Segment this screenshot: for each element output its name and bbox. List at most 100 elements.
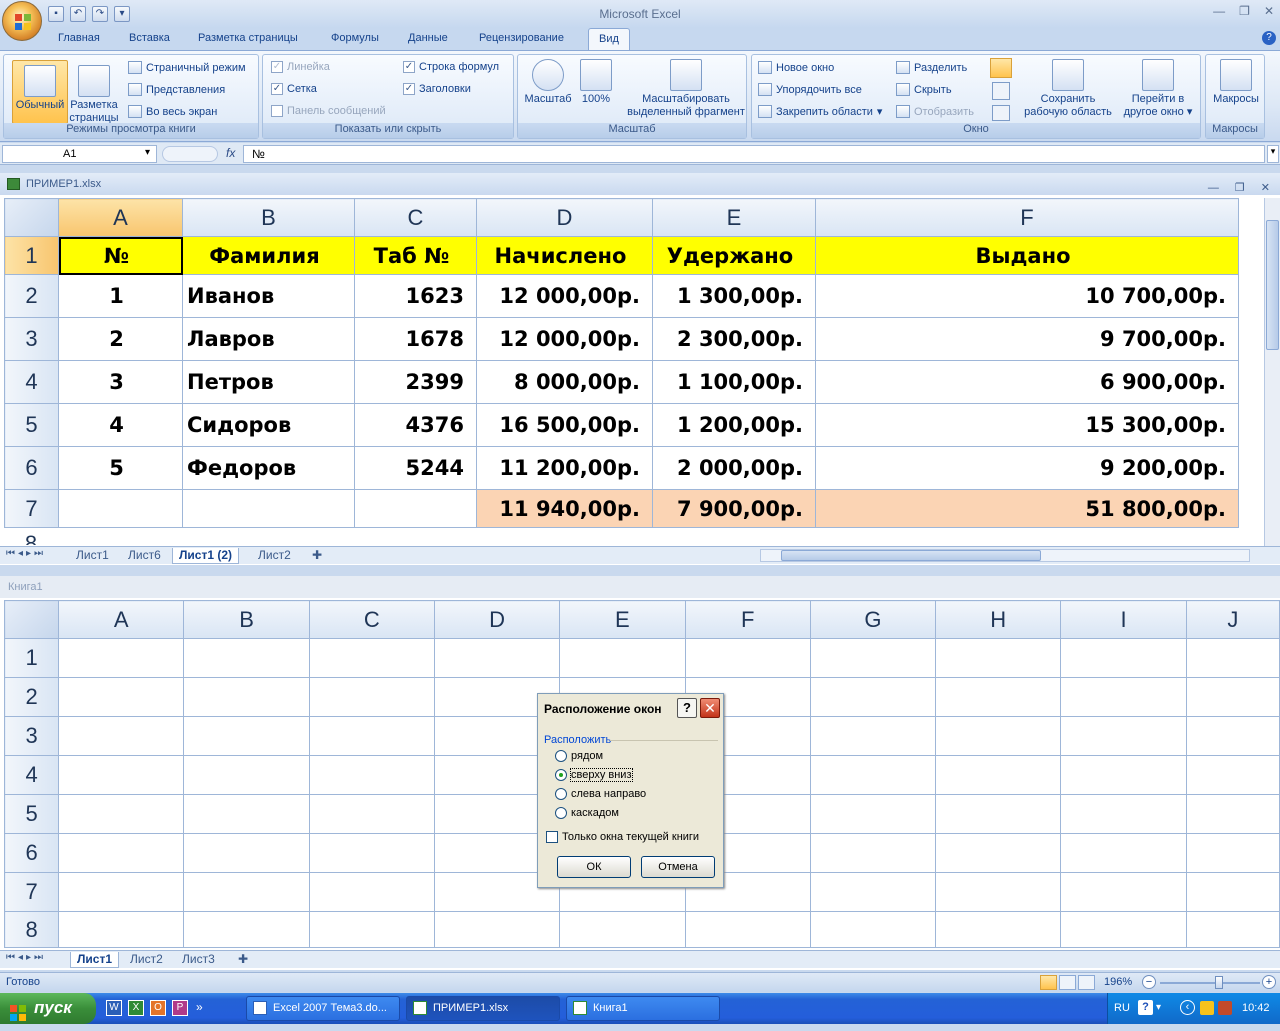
save-workspace-button[interactable]: Сохранить рабочую область	[1020, 59, 1116, 119]
cell[interactable]: 16 500,00р.	[476, 403, 653, 447]
row-header[interactable]: 5	[3, 794, 60, 834]
name-box[interactable]: A1	[2, 145, 157, 163]
undo-icon[interactable]: ↶	[70, 6, 86, 22]
formula-bar-checkbox[interactable]: ✓ Строка формул	[403, 61, 499, 73]
hide-button[interactable]: Скрыть	[896, 83, 952, 96]
cell[interactable]: 4376	[354, 403, 477, 447]
cell[interactable]: 3	[58, 360, 183, 404]
sheet-tab[interactable]: Лист1	[70, 548, 115, 564]
normal-view[interactable]: Обычный	[10, 65, 70, 112]
column-header[interactable]: B	[182, 198, 355, 237]
zoom-out-icon[interactable]: −	[1142, 975, 1156, 989]
zoom-100-button[interactable]: 100%	[576, 59, 616, 106]
ruler-checkbox[interactable]: ✓ Линейка	[271, 61, 330, 73]
scroll-thumb[interactable]	[1266, 220, 1279, 350]
help-icon[interactable]: ?	[1262, 31, 1276, 45]
page-break-button[interactable]: Страничный режим	[128, 61, 246, 74]
cell[interactable]: 5	[58, 446, 183, 490]
row-header[interactable]: 8	[3, 911, 60, 948]
cell[interactable]: 2399	[354, 360, 477, 404]
save-icon[interactable]: ▪	[48, 6, 64, 22]
sheet-nav-arrows-icon[interactable]: ⏮◂▸⏭	[6, 548, 46, 559]
row-header[interactable]: 1	[4, 236, 59, 275]
zoom-slider-handle[interactable]	[1215, 976, 1223, 989]
tab-formulas[interactable]: Формулы	[331, 32, 379, 44]
taskbar-button[interactable]: Книга1	[566, 996, 720, 1021]
fx-icon[interactable]: fx	[226, 146, 235, 160]
custom-views-button[interactable]: Представления	[128, 83, 225, 96]
powerpoint-icon[interactable]: P	[172, 1000, 188, 1016]
office-button[interactable]	[2, 1, 42, 41]
cell[interactable]: Федоров	[182, 446, 355, 490]
taskbar-button[interactable]: Excel 2007 Тема3.do...	[246, 996, 400, 1021]
row-header[interactable]: 2	[4, 274, 59, 318]
cell-total[interactable]: 7 900,00р.	[652, 489, 816, 528]
formula-input[interactable]: №	[243, 145, 1265, 163]
sheet-tab-active[interactable]: Лист1 (2)	[172, 548, 240, 564]
message-bar-checkbox[interactable]: Панель сообщений	[271, 105, 386, 117]
column-header[interactable]: B	[183, 600, 310, 639]
freeze-panes-button[interactable]: Закрепить области ▾	[758, 105, 882, 118]
formula-divider-handle[interactable]	[162, 146, 218, 162]
ok-button[interactable]: ОК	[557, 856, 631, 878]
cell[interactable]	[182, 489, 355, 528]
column-header[interactable]: H	[935, 600, 1062, 639]
cell[interactable]: Петров	[182, 360, 355, 404]
cell[interactable]: 1 100,00р.	[652, 360, 816, 404]
cell[interactable]	[58, 489, 183, 528]
column-header[interactable]: E	[652, 198, 816, 237]
column-header[interactable]: A	[58, 600, 185, 639]
cell[interactable]: 1678	[354, 317, 477, 361]
cell[interactable]: 12 000,00р.	[476, 317, 653, 361]
start-button[interactable]: пуск	[0, 993, 96, 1024]
cell[interactable]: 8 000,00р.	[476, 360, 653, 404]
row-header[interactable]: 4	[3, 755, 60, 795]
column-header[interactable]: F	[815, 198, 1239, 237]
unhide-button[interactable]: Отобразить	[896, 105, 974, 118]
zoom-slider[interactable]	[1160, 982, 1260, 984]
zoom-level[interactable]: 196%	[1104, 976, 1132, 988]
close-button[interactable]: ✕	[1261, 177, 1270, 199]
radio-cascade[interactable]: каскадом	[555, 807, 619, 819]
cell[interactable]: 1623	[354, 274, 477, 318]
column-header[interactable]: J	[1185, 600, 1280, 639]
sheet-nav-arrows-icon[interactable]: ⏮◂▸⏭	[6, 952, 46, 963]
row-header[interactable]: 7	[4, 489, 59, 528]
column-header[interactable]: C	[354, 198, 477, 237]
word-icon[interactable]: W	[106, 1000, 122, 1016]
cell[interactable]: 9 200,00р.	[815, 446, 1239, 490]
redo-icon[interactable]: ↷	[92, 6, 108, 22]
chevron-left-icon[interactable]: ‹	[1180, 1000, 1195, 1015]
chevron-down-icon[interactable]: ▾	[1156, 1002, 1161, 1013]
select-all-corner[interactable]	[3, 600, 60, 639]
zoom-in-icon[interactable]: +	[1262, 975, 1276, 989]
headings-checkbox[interactable]: ✓ Заголовки	[403, 83, 471, 95]
normal-view-icon[interactable]	[1040, 975, 1057, 990]
row-header[interactable]: 7	[3, 872, 60, 912]
tab-review[interactable]: Рецензирование	[479, 32, 564, 44]
select-all-corner[interactable]	[4, 198, 59, 237]
cell[interactable]: 15 300,00р.	[815, 403, 1239, 447]
full-screen-button[interactable]: Во весь экран	[128, 105, 217, 118]
close-button[interactable]: ✕	[1264, 4, 1274, 18]
scroll-thumb[interactable]	[781, 550, 1041, 561]
cell[interactable]: Иванов	[182, 274, 355, 318]
cell[interactable]: 2 300,00р.	[652, 317, 816, 361]
tab-page-layout[interactable]: Разметка страницы	[198, 32, 298, 44]
cell[interactable]: 11 200,00р.	[476, 446, 653, 490]
cell[interactable]: 2	[58, 317, 183, 361]
cell[interactable]: Начислено	[476, 236, 653, 275]
cell[interactable]: Лавров	[182, 317, 355, 361]
side-by-side-icon[interactable]	[990, 58, 1012, 78]
sheet-tab[interactable]: Лист2	[252, 548, 297, 564]
macros-button[interactable]: Макросы	[1208, 59, 1264, 106]
cell[interactable]: 1 300,00р.	[652, 274, 816, 318]
zoom-selection-button[interactable]: Масштабировать выделенный фрагмент	[626, 59, 746, 119]
tab-home[interactable]: Главная	[58, 32, 100, 44]
row-header[interactable]: 1	[3, 638, 60, 678]
cell[interactable]: 1 200,00р.	[652, 403, 816, 447]
cell[interactable]: 9 700,00р.	[815, 317, 1239, 361]
tab-insert[interactable]: Вставка	[129, 32, 170, 44]
insert-sheet-icon[interactable]: ✚	[232, 952, 254, 968]
sheet-tab[interactable]: Лист2	[124, 952, 169, 968]
